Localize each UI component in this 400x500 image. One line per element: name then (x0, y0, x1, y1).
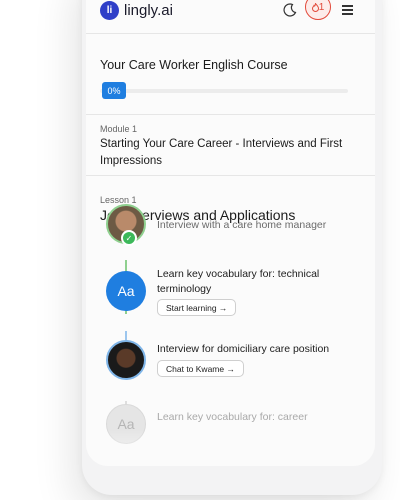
list-item-title: Interview for domiciliary care position (157, 343, 330, 355)
start-learning-button[interactable]: Start learning → (157, 299, 237, 316)
hamburger-icon[interactable] (342, 5, 353, 17)
streak-button[interactable]: 1 (305, 0, 331, 20)
module-label: Module 1 (100, 124, 138, 134)
divider (86, 114, 375, 115)
progress-badge: 0% (102, 82, 126, 99)
phone-frame: li lingly.ai 1 Your Care Worker English … (82, 0, 382, 495)
course-title: Your Care Worker English Course (100, 58, 288, 72)
check-icon: ✓ (121, 230, 137, 246)
flame-icon (311, 2, 319, 12)
vocabulary-icon[interactable]: Aa (106, 271, 146, 311)
top-bar: li lingly.ai 1 (86, 0, 375, 34)
list-item-title[interactable]: Interview with a care home manager (157, 218, 347, 233)
scroll-fade (86, 430, 375, 466)
list-item-title: Learn key vocabulary for: career (157, 411, 308, 423)
module-title[interactable]: Starting Your Care Career - Interviews a… (100, 136, 350, 170)
chat-to-kwame-button[interactable]: Chat to Kwame → (157, 360, 244, 377)
app-screen: li lingly.ai 1 Your Care Worker English … (86, 0, 375, 466)
logo-icon[interactable]: li (100, 1, 119, 20)
brand-name[interactable]: lingly.ai (124, 2, 173, 19)
lesson-label: Lesson 1 (100, 195, 137, 205)
avatar-kwame[interactable] (106, 340, 146, 380)
list-item-title: Learn key vocabulary for: technical term… (157, 268, 320, 295)
streak-count: 1 (318, 1, 325, 13)
course-progress-bar (100, 89, 348, 93)
divider (86, 175, 375, 176)
moon-icon[interactable] (283, 3, 297, 17)
